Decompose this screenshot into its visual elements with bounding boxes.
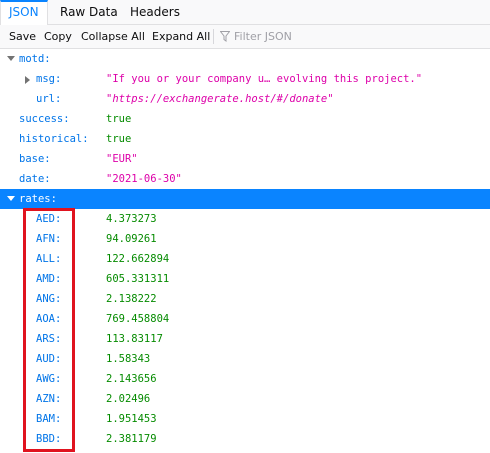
tab-raw-data[interactable]: Raw Data [52, 0, 126, 25]
key-rates: rates: [19, 193, 57, 205]
viewer-tab-bar: JSON Raw Data Headers [0, 0, 490, 26]
rate-value: 2.02496 [106, 393, 151, 405]
tree-row-url[interactable]: url: "https://exchangerate.host/#/donate… [0, 89, 490, 109]
rate-value: 2.138222 [106, 293, 157, 305]
rate-value: 94.09261 [106, 233, 157, 245]
expand-all-button[interactable]: Expand All [152, 25, 210, 48]
value-msg: "If you or your company u… evolving this… [106, 73, 423, 85]
rate-value: 769.458804 [106, 313, 170, 325]
rate-value: 605.331311 [106, 273, 170, 285]
tree-row-msg[interactable]: msg: "If you or your company u… evolving… [0, 69, 490, 89]
value-url: "https://exchangerate.host/#/donate" [106, 93, 334, 105]
key-motd: motd: [19, 53, 51, 65]
save-button[interactable]: Save [9, 25, 36, 48]
tab-json[interactable]: JSON [0, 0, 48, 26]
key-msg: msg: [36, 73, 62, 85]
rate-value: 2.143656 [106, 373, 157, 385]
value-base: "EUR" [106, 153, 138, 165]
filter-placeholder: Filter JSON [234, 30, 292, 43]
expanded-twisty-icon[interactable] [6, 189, 16, 209]
expanded-twisty-icon[interactable] [6, 49, 16, 69]
annotation-highlight-box [23, 208, 75, 452]
collapse-all-button[interactable]: Collapse All [81, 25, 145, 48]
key-url: url: [36, 93, 62, 105]
rate-value: 122.662894 [106, 253, 170, 265]
key-date: date: [19, 173, 51, 185]
tree-row-date[interactable]: date: "2021-06-30" [0, 169, 490, 189]
tree-row-motd[interactable]: motd: [0, 49, 490, 69]
tree-row-success[interactable]: success: true [0, 109, 490, 129]
tree-row-historical[interactable]: historical: true [0, 129, 490, 149]
value-historical: true [106, 133, 132, 145]
rate-value: 4.373273 [106, 213, 157, 225]
rate-value: 113.83117 [106, 333, 163, 345]
tree-row-base[interactable]: base: "EUR" [0, 149, 490, 169]
rate-value: 2.381179 [106, 433, 157, 445]
value-date: "2021-06-30" [106, 173, 182, 185]
rate-value: 1.951453 [106, 413, 157, 425]
tree-row-rates[interactable]: rates: [0, 189, 490, 209]
tab-headers[interactable]: Headers [122, 0, 188, 25]
copy-button[interactable]: Copy [44, 25, 72, 48]
rate-value: 1.58343 [106, 353, 151, 365]
json-toolbar: Save Copy Collapse All Expand All Filter… [0, 25, 490, 49]
key-base: base: [19, 153, 51, 165]
filter-icon [220, 31, 230, 42]
value-success: true [106, 113, 132, 125]
key-success: success: [19, 113, 70, 125]
key-historical: historical: [19, 133, 89, 145]
toolbar-divider [213, 29, 214, 44]
collapsed-twisty-icon[interactable] [24, 69, 34, 89]
